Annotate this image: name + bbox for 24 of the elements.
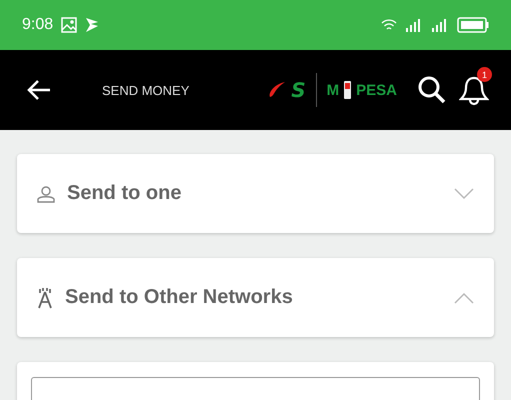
accordion-header[interactable]: Send to one <box>17 154 494 233</box>
logo-text: PESA <box>356 82 397 98</box>
accordion-header[interactable]: Send to Other Networks <box>17 258 494 337</box>
search-icon <box>417 75 447 105</box>
section-label: Send to one <box>67 182 182 205</box>
person-icon <box>37 184 55 202</box>
status-time: 9:08 <box>22 16 54 34</box>
wifi-icon <box>381 18 397 32</box>
back-arrow-icon <box>26 79 52 101</box>
antenna-tower-icon <box>37 286 53 308</box>
page-title: SEND MONEY <box>102 82 190 98</box>
swoosh-icon <box>267 80 288 100</box>
battery-icon <box>457 17 489 33</box>
signal-icon <box>431 18 449 32</box>
logo-letter: S <box>291 78 306 102</box>
image-icon <box>61 17 78 33</box>
notification-badge: 1 <box>477 67 492 82</box>
notifications-button[interactable]: 1 <box>459 67 492 106</box>
search-button[interactable] <box>417 75 447 105</box>
back-button[interactable] <box>26 79 52 101</box>
logo-text: M <box>326 82 340 98</box>
section-label: Send to Other Networks <box>65 286 294 309</box>
phone-icon <box>343 80 352 100</box>
signal-icon <box>405 18 423 32</box>
